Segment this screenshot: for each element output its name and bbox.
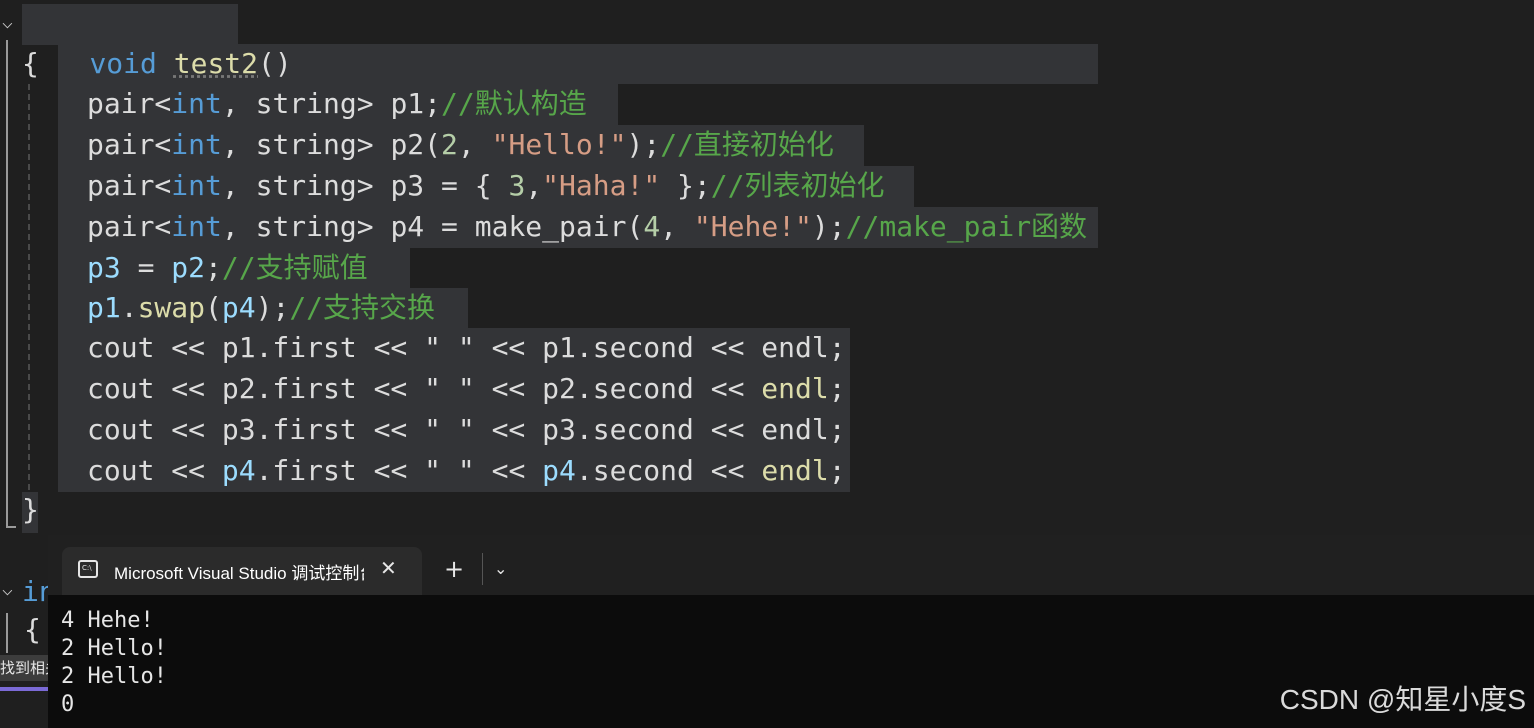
code-token: . (120, 291, 138, 324)
new-tab-plus-icon[interactable]: + (444, 555, 464, 583)
code-token: int (171, 87, 222, 120)
find-related-hint[interactable]: 找到相关 (0, 655, 48, 681)
code-line: pair<int, string> p3 = { 3,"Haha!" };//列… (87, 166, 884, 206)
code-token: , string> p1; (221, 87, 442, 120)
indent-guide (28, 84, 30, 490)
code-token: endl (761, 454, 829, 487)
code-line: cout << p1.first << " " << p1.second << … (87, 328, 846, 368)
function-signature: void test2() (89, 47, 292, 80)
status-accent (0, 687, 48, 691)
fold-chevron-icon-2[interactable]: ⌵ (2, 579, 13, 600)
code-token: 4 (643, 210, 661, 243)
code-token: , string> p3 = { (221, 169, 509, 202)
terminal-tab[interactable]: C:\ Microsoft Visual Studio 调试控制台 ✕ (62, 547, 422, 595)
next-open-brace: { (24, 613, 41, 646)
tab-title: Microsoft Visual Studio 调试控制台 (114, 564, 364, 583)
code-token: cout << p2.first << " " << p2.second << (87, 372, 762, 405)
code-token: 3 (508, 169, 526, 202)
next-function-keyword: in (22, 575, 48, 608)
code-token: cout << p3.first << " " << p3.second << … (87, 413, 846, 446)
code-token: .first << " " << (255, 454, 543, 487)
code-token: //make_pair函数 (845, 210, 1088, 243)
console-icon: C:\ (78, 560, 98, 578)
tab-separator (482, 553, 483, 585)
code-editor[interactable]: ⌵ void test2() { pair<int, string> p1;//… (0, 0, 1534, 535)
code-token: "Hehe!" (693, 210, 812, 243)
code-token: pair< (87, 87, 172, 120)
watermark: CSDN @知星小度S (1279, 684, 1526, 715)
code-line: pair<int, string> p4 = make_pair(4, "Heh… (87, 207, 1087, 247)
code-token: ; (205, 251, 222, 284)
code-token: endl (761, 372, 829, 405)
code-token: p4 (221, 291, 256, 324)
code-token: //支持交换 (289, 291, 436, 324)
code-token: 2 (441, 128, 458, 161)
code-token: ( (205, 291, 222, 324)
scope-guide (6, 40, 8, 528)
code-token: //支持赋值 (221, 251, 368, 284)
fold-chevron-icon[interactable]: ⌵ (2, 12, 13, 33)
code-token: , string> p4 = make_pair( (221, 210, 644, 243)
code-token: p2 (171, 251, 206, 284)
code-token: p4 (221, 454, 256, 487)
code-token: //列表初始化 (710, 169, 885, 202)
output-line: 4 Hehe! (61, 608, 154, 633)
code-token: "Haha!" (542, 169, 661, 202)
code-token: }; (660, 169, 711, 202)
code-token: p1 (87, 291, 121, 324)
output-line: 2 Hello! (61, 664, 167, 689)
keyword-void: void (89, 47, 157, 80)
code-token: int (171, 210, 222, 243)
code-token: .second << (575, 454, 762, 487)
code-token: , string> p2( (221, 128, 442, 161)
code-token: int (171, 128, 222, 161)
code-line: p1.swap(p4);//支持交换 (87, 288, 435, 328)
function-name: test2 (173, 47, 259, 80)
code-token: cout << (87, 454, 222, 487)
code-token: ); (626, 128, 661, 161)
code-token: pair< (87, 128, 172, 161)
code-line: pair<int, string> p1;//默认构造 (87, 84, 587, 124)
code-token: pair< (87, 210, 172, 243)
close-brace: } (22, 493, 39, 526)
open-brace: { (22, 47, 39, 80)
code-token: p3 (87, 251, 121, 284)
terminal-tab-bar: C:\ Microsoft Visual Studio 调试控制台 ✕ + ⌄ (48, 535, 1534, 595)
code-token: p4 (542, 454, 576, 487)
code-token: cout << p1.first << " " << p1.second << … (87, 331, 846, 364)
code-token: = (120, 251, 172, 284)
code-token: ; (828, 372, 846, 405)
chevron-down-icon[interactable]: ⌄ (494, 559, 507, 578)
code-token: int (171, 169, 222, 202)
output-line: 2 Hello! (61, 636, 167, 661)
code-token: , (660, 210, 694, 243)
code-token: "Hello!" (491, 128, 627, 161)
code-token: ); (811, 210, 846, 243)
code-token: ; (828, 454, 846, 487)
editor-below-terminal: ⌵ in { 找到相关 (0, 535, 48, 728)
close-icon[interactable]: ✕ (380, 556, 397, 580)
code-line: cout << p4.first << " " << p4.second << … (87, 451, 846, 491)
code-token: swap (137, 291, 206, 324)
code-line: p3 = p2;//支持赋值 (87, 248, 368, 288)
code-line: pair<int, string> p2(2, "Hello!");//直接初始… (87, 125, 834, 165)
code-token: pair< (87, 169, 172, 202)
code-line: cout << p2.first << " " << p2.second << … (87, 369, 846, 409)
code-token: ); (255, 291, 290, 324)
output-line: 0 (61, 692, 75, 717)
code-token: //默认构造 (441, 87, 587, 120)
code-token: , (457, 128, 492, 161)
code-token: //直接初始化 (660, 128, 834, 161)
code-token: , (525, 169, 543, 202)
code-line: cout << p3.first << " " << p3.second << … (87, 410, 846, 450)
